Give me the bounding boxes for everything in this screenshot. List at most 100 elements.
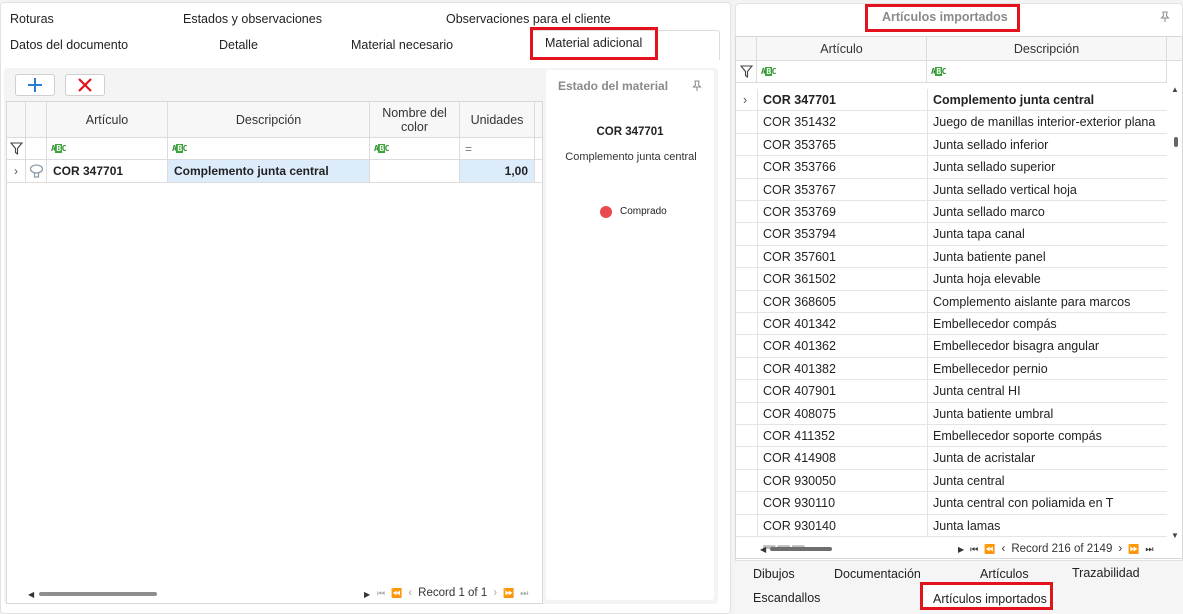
rscroll-left-arrow-icon[interactable]: ◀ [760,545,766,554]
table-row[interactable]: COR 401362 Embellecedor bisagra angular [736,335,1167,358]
rfilter-articulo[interactable]: ABC [757,61,927,83]
tab-material-necesario[interactable]: Material necesario [351,38,453,52]
table-row[interactable]: COR 368605 Complemento aislante para marc… [736,290,1167,313]
row-separator [927,447,928,469]
rheader-descripcion[interactable]: Descripción [927,37,1167,61]
row-separator [757,514,758,536]
row-separator [757,425,758,447]
tab-roturas[interactable]: Roturas [10,12,54,26]
table-row[interactable]: COR 353794 Junta tapa canal [736,223,1167,246]
pin-icon[interactable] [691,80,703,92]
table-row[interactable]: COR 353765 Junta sellado inferior [736,133,1167,157]
prev-page-icon[interactable]: ‹ [408,587,412,599]
next-page-icon[interactable]: › [493,587,497,599]
estado-material-panel: Estado del material COR 347701 Complemen… [546,70,714,600]
tab-escandallos[interactable]: Escandallos [753,591,820,605]
estado-material-title: Estado del material [558,79,669,93]
table-row[interactable]: COR 401342 Embellecedor compás [736,313,1167,336]
table-row[interactable]: › COR 347701 Complemento junta central [736,89,1167,112]
highlight-articulos-importados-tab [920,582,1053,610]
first-page-icon[interactable]: ⏮ [970,544,978,555]
tab-dibujos[interactable]: Dibujos [753,567,795,581]
scroll-left-arrow-icon[interactable]: ◀ [28,590,34,599]
table-row[interactable]: COR 930110 Junta central con poliamida en… [736,492,1167,515]
table-row[interactable]: COR 351432 Juego de manillas interior-ext… [736,111,1167,134]
table-row[interactable]: COR 353766 Junta sellado superior [736,156,1167,179]
cell-articulo[interactable]: COR 347701 [47,160,168,183]
row-separator [927,111,928,133]
tab-observaciones-cliente[interactable]: Observaciones para el cliente [446,12,611,26]
scroll-up-arrow-icon[interactable]: ▲ [1171,85,1179,94]
row-articulo: COR 930140 [763,518,836,533]
tab-articulos[interactable]: Artículos [980,567,1029,581]
tab-trazabilidad[interactable]: Trazabilidad [1072,566,1140,580]
row-expand-chevron-icon[interactable]: › [743,93,747,107]
last-page-icon[interactable]: ⏭ [520,588,528,599]
last-page-icon[interactable]: ⏭ [1145,544,1153,555]
tab-estados-observaciones[interactable]: Estados y observaciones [183,12,322,26]
row-articulo: COR 414908 [763,451,836,466]
rfilter-cell[interactable] [736,61,757,83]
next-page-icon[interactable]: › [1118,543,1122,555]
table-row[interactable]: COR 361502 Junta hoja elevable [736,268,1167,291]
filter-nombre-color[interactable]: ABC [370,138,460,160]
row-articulo: COR 930110 [763,496,836,511]
table-row[interactable]: COR 930140 Junta lamas [736,514,1167,537]
rfilter-descripcion[interactable]: ABC [927,61,1167,83]
prev-page-group-icon[interactable]: ⏪ [391,588,402,599]
cell-nombre-color[interactable] [370,160,460,183]
scroll-right-arrow-icon[interactable]: ▶ [364,590,370,599]
right-pager: ▶ ⏮ ⏪ ‹ Record 216 of 2149 › ⏩ ⏭ [958,543,1154,555]
next-page-group-icon[interactable]: ⏩ [1128,544,1139,555]
rheader-articulo[interactable]: Artículo [757,37,927,61]
table-row[interactable]: COR 353767 Junta sellado vertical hoja [736,178,1167,201]
table-row[interactable]: COR 353769 Junta sellado marco [736,201,1167,224]
filter-descripcion[interactable]: ABC [168,138,370,160]
rscroll-right-arrow-icon[interactable]: ▶ [958,545,964,554]
delete-button[interactable] [65,74,105,96]
table-row[interactable]: COR 407901 Junta central HI [736,380,1167,403]
row-expand-chevron-icon[interactable]: › [7,160,26,183]
row-separator [927,133,928,156]
filter-unidades[interactable]: = [460,138,535,160]
filter-cell[interactable] [7,138,26,160]
table-row[interactable]: COR 930050 Junta central [736,469,1167,493]
filter-blank [26,138,47,160]
header-nombre-color[interactable]: Nombre del color [370,102,460,138]
table-row[interactable]: COR 411352 Embellecedor soporte compás [736,425,1167,448]
next-page-group-icon[interactable]: ⏩ [503,588,514,599]
row-descripcion: Complemento aislante para marcos [933,294,1131,309]
table-row[interactable]: COR 414908 Junta de acristalar [736,447,1167,470]
rheader-overflow [1167,37,1182,61]
first-page-icon[interactable]: ⏮ [377,588,385,599]
row-separator [927,425,928,447]
header-unidades[interactable]: Unidades [460,102,535,138]
row-articulo: COR 401362 [763,339,836,354]
header-articulo[interactable]: Artículo [47,102,168,138]
cell-descripcion[interactable]: Complemento junta central [168,160,370,183]
right-pin-icon[interactable] [1159,11,1171,23]
right-vertical-scrollbar[interactable]: ▲ ▼ [1167,83,1182,546]
row-separator [927,357,928,380]
tab-datos-documento[interactable]: Datos del documento [10,38,128,52]
row-articulo: COR 401342 [763,317,836,331]
table-row[interactable]: COR 401382 Embellecedor pernio [736,357,1167,381]
left-horizontal-scrollbar[interactable] [39,592,157,596]
header-descripcion[interactable]: Descripción [168,102,370,138]
filter-articulo[interactable]: ABC [47,138,168,160]
abc-filter-icon: ABC [374,144,389,153]
cell-unidades[interactable]: 1,00 [460,160,535,183]
table-row[interactable]: COR 408075 Junta batiente umbral [736,402,1167,425]
prev-page-group-icon[interactable]: ⏪ [984,544,995,555]
vertical-scroll-thumb[interactable] [1174,137,1178,147]
row-separator [927,245,928,268]
tab-detalle[interactable]: Detalle [219,38,258,52]
scroll-down-arrow-icon[interactable]: ▼ [1171,531,1179,540]
row-articulo: COR 353769 [763,205,836,219]
tab-documentacion[interactable]: Documentación [834,567,921,581]
right-horizontal-scrollbar[interactable] [770,547,832,551]
row-descripcion: Embellecedor soporte compás [933,429,1102,443]
table-row[interactable]: COR 357601 Junta batiente panel [736,245,1167,269]
prev-page-icon[interactable]: ‹ [1001,543,1005,555]
add-button[interactable] [15,74,55,96]
